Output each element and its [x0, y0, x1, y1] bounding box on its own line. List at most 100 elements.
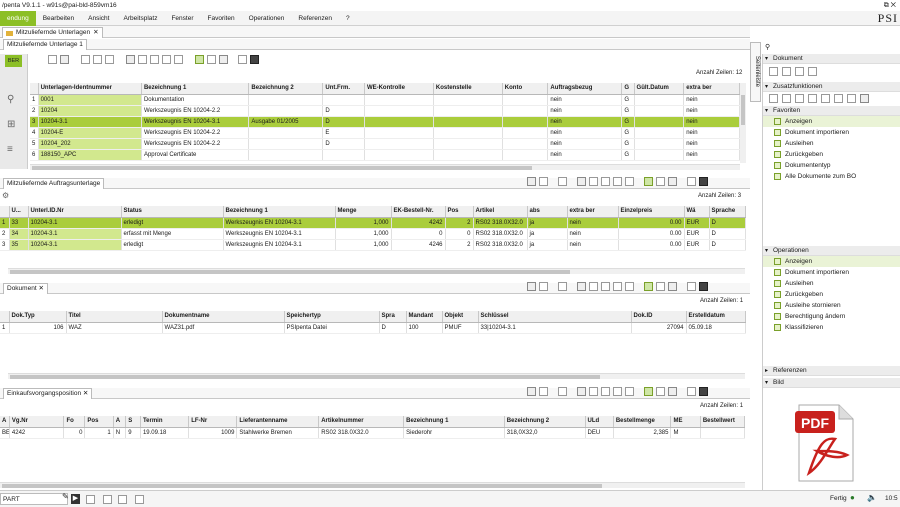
- table-cell[interactable]: nein: [547, 127, 623, 139]
- table-cell[interactable]: 10204: [38, 105, 142, 117]
- column-header[interactable]: Termin: [140, 416, 190, 428]
- table-cell[interactable]: Werkszeugnis EN 10204-3.1: [223, 228, 336, 240]
- wrench-icon[interactable]: [860, 94, 869, 103]
- table-cell[interactable]: Werkszeugnis EN 10204-2.2: [141, 138, 250, 150]
- table-row[interactable]: 2 10204 Werkszeugnis EN 10204-2.2 Dnein Gnei…: [30, 105, 740, 117]
- table-cell[interactable]: [248, 127, 324, 139]
- menu-item-bearbeiten[interactable]: Bearbeiten: [36, 11, 81, 26]
- column-header[interactable]: G: [621, 83, 635, 95]
- table-cell[interactable]: 0: [63, 427, 86, 439]
- table-row[interactable]: 2 34 10204-3.1 erfasst mit Menge Werkszeugni…: [0, 228, 746, 240]
- column-header[interactable]: Vg.Nr: [9, 416, 65, 428]
- table-cell[interactable]: 2: [445, 217, 474, 229]
- column-header[interactable]: LF-Nr: [188, 416, 238, 428]
- table-cell[interactable]: Werkszeugnis EN 10204-3.1: [223, 239, 336, 251]
- mail-icon[interactable]: [687, 177, 696, 186]
- filter-icon[interactable]: [589, 387, 598, 396]
- table-cell[interactable]: N: [113, 427, 127, 439]
- menu-item-arbeitsplatz[interactable]: Arbeitsplatz: [116, 11, 164, 26]
- table-cell[interactable]: [364, 105, 434, 117]
- column-header[interactable]: S: [125, 416, 141, 428]
- table-cell[interactable]: 10204-3.1: [28, 228, 122, 240]
- table-cell[interactable]: 0.00: [618, 239, 685, 251]
- import-icon[interactable]: [174, 55, 183, 64]
- table-cell[interactable]: [433, 116, 503, 128]
- excel-icon[interactable]: [250, 55, 259, 64]
- menu-item-favoriten[interactable]: Favoriten: [201, 11, 242, 26]
- column-header[interactable]: Status: [121, 206, 224, 218]
- table-cell[interactable]: D: [322, 138, 365, 150]
- table-cell[interactable]: 9: [125, 427, 141, 439]
- column-header[interactable]: A: [0, 416, 10, 428]
- import-icon[interactable]: [625, 387, 634, 396]
- column-header[interactable]: extra ber: [567, 206, 619, 218]
- table-cell[interactable]: [433, 149, 503, 161]
- sidebar-item[interactable]: Zurückgeben: [763, 149, 900, 160]
- table-cell[interactable]: [634, 127, 685, 139]
- table-cell[interactable]: nein: [567, 228, 619, 240]
- table-row[interactable]: 5 10204_202 Werkszeugnis EN 10204-2.2 Dnein…: [30, 138, 740, 150]
- table-cell[interactable]: [248, 138, 324, 150]
- table-cell[interactable]: G: [621, 127, 635, 139]
- table-cell[interactable]: 106: [9, 322, 67, 334]
- table-cell[interactable]: ja: [527, 217, 568, 229]
- panel4-hscroll[interactable]: [0, 482, 745, 488]
- table-cell[interactable]: [364, 94, 434, 106]
- document-icon[interactable]: [808, 67, 817, 76]
- link-icon[interactable]: [668, 282, 677, 291]
- view-green-icon[interactable]: [644, 282, 653, 291]
- table-cell[interactable]: [364, 116, 434, 128]
- sidebar-item[interactable]: Zurückgeben: [763, 289, 900, 300]
- sort-icon[interactable]: [601, 282, 610, 291]
- table-cell[interactable]: [634, 105, 685, 117]
- table-cell[interactable]: Siederohr: [403, 427, 505, 439]
- table-cell[interactable]: G: [621, 105, 635, 117]
- table-cell[interactable]: DEU: [585, 427, 614, 439]
- export-icon[interactable]: [613, 387, 622, 396]
- table-cell[interactable]: nein: [567, 217, 619, 229]
- table-cell[interactable]: EUR: [684, 228, 710, 240]
- table-cell[interactable]: 0.00: [618, 217, 685, 229]
- table-row[interactable]: BE 4242 0 1 N 9 19.09.18 1009 Stahlwerke Bremen R…: [0, 427, 746, 439]
- table-cell[interactable]: nein: [547, 116, 623, 128]
- table-cell[interactable]: D: [379, 322, 407, 334]
- view-green-icon[interactable]: [195, 55, 204, 64]
- panel2-title[interactable]: Mitzuliefernde Auftragsunterlage: [3, 178, 105, 189]
- table-cell[interactable]: [433, 138, 503, 150]
- table-cell[interactable]: G: [621, 116, 635, 128]
- table-cell[interactable]: D: [322, 116, 365, 128]
- table-cell[interactable]: erfasst mit Menge: [121, 228, 224, 240]
- table-cell[interactable]: 100: [406, 322, 443, 334]
- tab-einkaufsvorgangsposition[interactable]: Einkaufsvorgangsposition ✕: [3, 388, 93, 399]
- sidebar-item[interactable]: Dokument importieren: [763, 127, 900, 138]
- table-cell[interactable]: [502, 105, 549, 117]
- table-cell[interactable]: [433, 94, 503, 106]
- delete-icon[interactable]: [558, 387, 567, 396]
- table-cell[interactable]: 10204-3.1: [28, 217, 122, 229]
- sidebar-item[interactable]: Dokument importieren: [763, 267, 900, 278]
- section-operationen[interactable]: Operationen: [763, 246, 900, 256]
- filter-icon[interactable]: [589, 177, 598, 186]
- table-cell[interactable]: 34: [9, 228, 29, 240]
- column-header[interactable]: Erstelldatum: [686, 311, 746, 323]
- table-cell[interactable]: 33|10204-3.1: [478, 322, 632, 334]
- link-icon[interactable]: [668, 387, 677, 396]
- column-header[interactable]: Pos: [84, 416, 114, 428]
- section-dokument[interactable]: Dokument: [763, 54, 900, 64]
- column-header[interactable]: A: [113, 416, 127, 428]
- delete-icon[interactable]: [558, 282, 567, 291]
- table-cell[interactable]: 4242: [9, 427, 65, 439]
- table-cell[interactable]: [634, 116, 685, 128]
- table-cell[interactable]: ja: [527, 239, 568, 251]
- column-header[interactable]: ULd: [585, 416, 614, 428]
- column-header[interactable]: [0, 311, 10, 323]
- column-header[interactable]: Bezeichnung 2: [504, 416, 586, 428]
- table-cell[interactable]: WAZ31.pdf: [162, 322, 285, 334]
- table-cell[interactable]: 1: [0, 322, 10, 334]
- list-icon[interactable]: ≡: [7, 144, 13, 155]
- excel-icon[interactable]: [699, 177, 708, 186]
- tool-icon[interactable]: [834, 94, 843, 103]
- table-row[interactable]: 3 35 10204-3.1 erledigt Werkszeugnis EN 1020…: [0, 239, 746, 251]
- table-cell[interactable]: RS02 318.0X32.0: [473, 228, 528, 240]
- link-icon[interactable]: [219, 55, 228, 64]
